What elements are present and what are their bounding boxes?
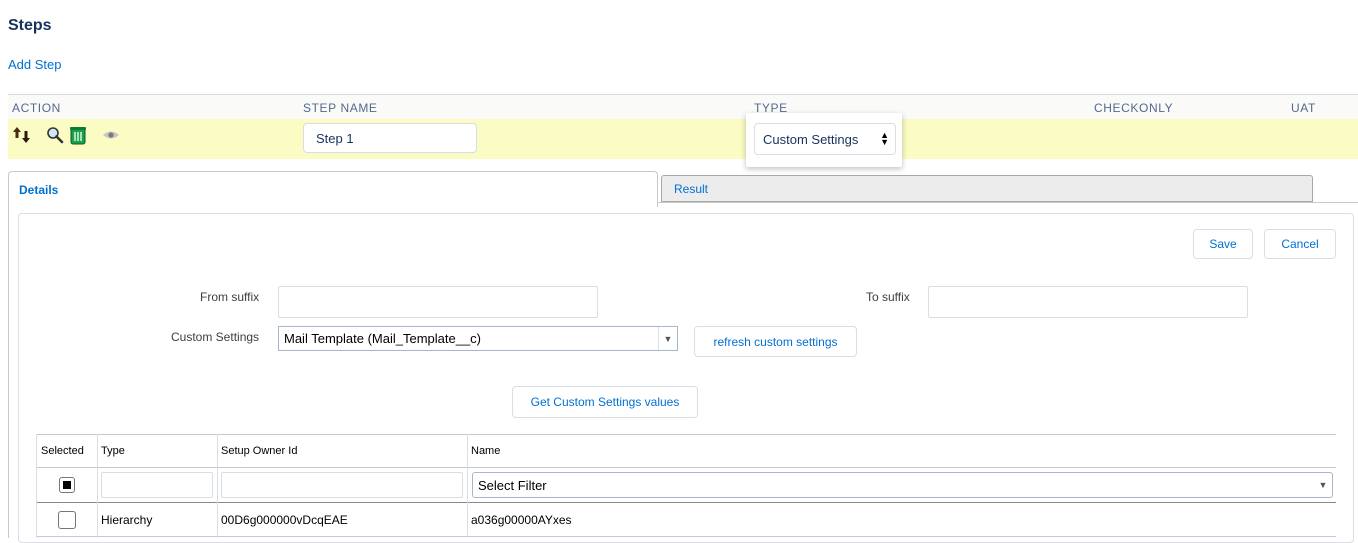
row-select-checkbox[interactable]	[58, 511, 76, 529]
chevron-down-icon: ▼	[658, 327, 677, 350]
select-arrows-icon: ▲ ▼	[880, 130, 889, 147]
grid-header-selected[interactable]: Selected	[41, 445, 84, 457]
grid-header-name[interactable]: Name	[471, 445, 500, 457]
step-row	[8, 119, 1358, 159]
tab-divider	[658, 202, 1358, 203]
grid-top-border	[36, 434, 1336, 435]
refresh-custom-settings-button[interactable]: refresh custom settings	[694, 326, 857, 357]
grid-row-border	[36, 536, 1336, 537]
save-button[interactable]: Save	[1193, 229, 1253, 259]
grid-divider	[97, 434, 98, 538]
tab-details[interactable]: Details	[8, 171, 658, 207]
custom-settings-value: Mail Template (Mail_Template__c)	[284, 331, 482, 346]
name-filter-select[interactable]: Select Filter ▼	[472, 472, 1333, 498]
row-name: a036g00000AYxes	[471, 513, 572, 527]
eye-icon[interactable]	[101, 125, 121, 145]
to-suffix-label: To suffix	[866, 290, 910, 304]
custom-settings-grid: Selected Type Setup Owner Id Name Select…	[36, 434, 1336, 538]
cancel-button[interactable]: Cancel	[1264, 229, 1336, 259]
custom-settings-label: Custom Settings	[171, 330, 260, 344]
grid-filter-border	[36, 502, 1336, 503]
grid-divider	[467, 434, 468, 538]
column-header-step-name: STEP NAME	[303, 101, 378, 115]
grid-divider	[217, 434, 218, 538]
name-filter-value: Select Filter	[478, 477, 547, 493]
from-suffix-label: From suffix	[200, 290, 260, 304]
tab-result-label: Result	[674, 182, 709, 196]
grid-divider	[36, 434, 37, 538]
step-name-input[interactable]	[303, 123, 477, 153]
owner-filter-input[interactable]	[221, 472, 463, 498]
grid-header-border	[36, 467, 1336, 468]
move-arrows-icon[interactable]	[12, 125, 32, 145]
column-header-checkonly: CHECKONLY	[1094, 101, 1174, 115]
grid-header-setup-owner-id[interactable]: Setup Owner Id	[221, 445, 297, 457]
row-setup-owner-id: 00D6g000000vDcqEAE	[221, 513, 348, 527]
magnifier-icon[interactable]	[45, 125, 65, 145]
add-step-link[interactable]: Add Step	[8, 57, 62, 72]
tab-details-label: Details	[19, 183, 59, 197]
chevron-down-icon: ▼	[1318, 480, 1328, 490]
type-filter-input[interactable]	[101, 472, 213, 498]
type-select-container: Custom Settings ▲ ▼	[746, 113, 902, 167]
checked-mark	[63, 481, 71, 489]
trash-bin-icon[interactable]	[68, 125, 88, 145]
to-suffix-input[interactable]	[928, 286, 1248, 318]
select-all-checkbox[interactable]	[59, 477, 75, 493]
tab-result[interactable]: Result	[661, 175, 1313, 202]
get-custom-settings-values-button[interactable]: Get Custom Settings values	[512, 386, 698, 418]
custom-settings-select[interactable]: Mail Template (Mail_Template__c) ▼	[278, 326, 678, 351]
tab-content-border	[8, 206, 9, 538]
type-select-value: Custom Settings	[763, 131, 859, 147]
column-header-action: ACTION	[12, 101, 61, 115]
from-suffix-input[interactable]	[278, 286, 598, 318]
page-title: Steps	[8, 17, 52, 34]
type-select[interactable]: Custom Settings ▲ ▼	[754, 123, 896, 155]
grid-header-type[interactable]: Type	[101, 445, 125, 457]
steps-table-header: ACTION STEP NAME TYPE CHECKONLY UAT	[8, 94, 1358, 120]
column-header-uat: UAT	[1291, 101, 1316, 115]
row-type: Hierarchy	[101, 513, 153, 527]
